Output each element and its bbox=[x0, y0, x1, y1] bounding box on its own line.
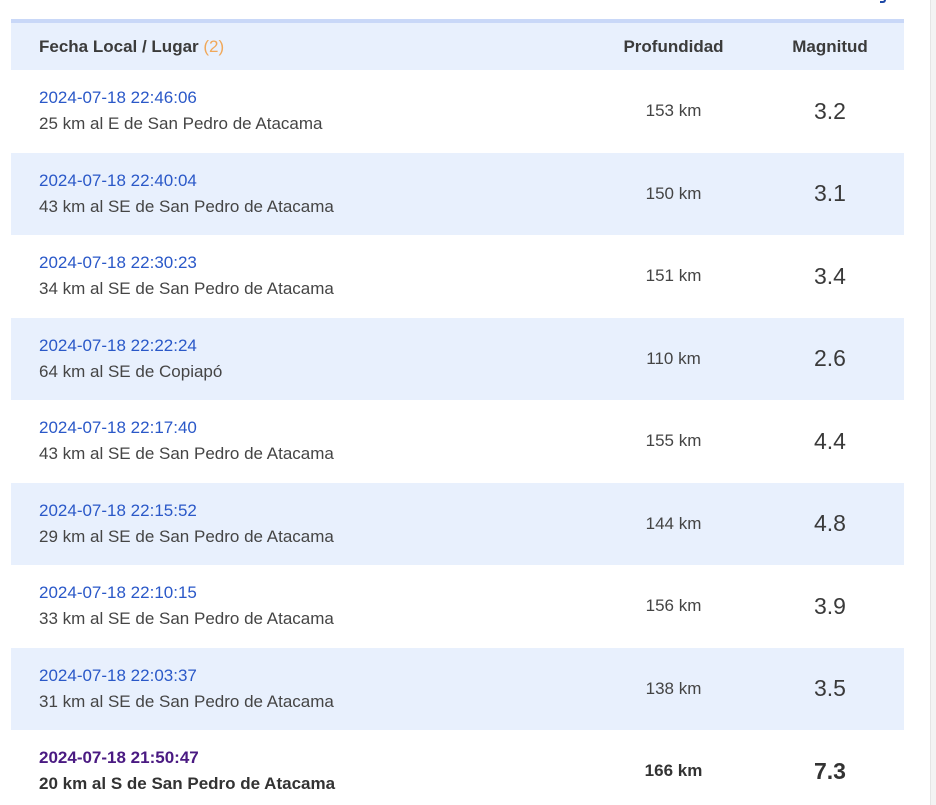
row-magnitude: 2.6 bbox=[814, 345, 846, 372]
row-depth: 150 km bbox=[645, 183, 702, 203]
chevron-fragment-icon[interactable] bbox=[880, 0, 886, 3]
table-row[interactable]: 2024-07-18 22:22:24 64 km al SE de Copiap… bbox=[11, 317, 904, 400]
header-fecha-label: Fecha Local / Lugar bbox=[39, 36, 199, 56]
row-depth: 138 km bbox=[645, 678, 702, 698]
row-datetime-link[interactable]: 2024-07-18 22:40:04 bbox=[39, 168, 591, 194]
table-row[interactable]: 2024-07-18 22:10:15 33 km al SE de San Pe… bbox=[11, 565, 904, 648]
row-place: 43 km al SE de San Pedro de Atacama bbox=[39, 196, 334, 216]
row-depth: 144 km bbox=[645, 513, 702, 533]
row-datetime-link[interactable]: 2024-07-18 22:46:06 bbox=[39, 85, 591, 111]
row-place: 25 km al E de San Pedro de Atacama bbox=[39, 114, 323, 134]
row-place: 20 km al S de San Pedro de Atacama bbox=[39, 774, 336, 794]
row-fecha-lugar: 2024-07-18 22:30:23 34 km al SE de San Pe… bbox=[11, 250, 591, 302]
row-depth: 153 km bbox=[645, 101, 702, 121]
row-place: 64 km al SE de Copiapó bbox=[39, 361, 223, 381]
earthquake-table: Fecha Local / Lugar (2) Profundidad Magn… bbox=[11, 19, 904, 805]
row-magnitude: 3.2 bbox=[814, 97, 846, 124]
row-place: 29 km al SE de San Pedro de Atacama bbox=[39, 526, 334, 546]
header-count: (2) bbox=[203, 36, 225, 56]
header-magnitud[interactable]: Magnitud bbox=[756, 37, 904, 57]
row-datetime-link[interactable]: 2024-07-18 22:15:52 bbox=[39, 498, 591, 524]
row-fecha-lugar: 2024-07-18 21:50:47 20 km al S de San Ped… bbox=[11, 745, 591, 797]
row-datetime-link[interactable]: 2024-07-18 22:30:23 bbox=[39, 250, 591, 276]
header-profundidad[interactable]: Profundidad bbox=[591, 37, 756, 57]
table-row[interactable]: 2024-07-18 22:40:04 43 km al SE de San Pe… bbox=[11, 152, 904, 235]
row-place: 33 km al SE de San Pedro de Atacama bbox=[39, 609, 334, 629]
row-datetime-link[interactable]: 2024-07-18 22:10:15 bbox=[39, 580, 591, 606]
row-fecha-lugar: 2024-07-18 22:17:40 43 km al SE de San Pe… bbox=[11, 415, 591, 467]
row-fecha-lugar: 2024-07-18 22:22:24 64 km al SE de Copiap… bbox=[11, 333, 591, 385]
row-depth: 156 km bbox=[645, 596, 702, 616]
table-body: 2024-07-18 22:46:06 25 km al E de San Ped… bbox=[11, 70, 904, 805]
row-datetime-link[interactable]: 2024-07-18 22:03:37 bbox=[39, 663, 591, 689]
table-row[interactable]: 2024-07-18 22:17:40 43 km al SE de San Pe… bbox=[11, 400, 904, 483]
row-fecha-lugar: 2024-07-18 22:15:52 29 km al SE de San Pe… bbox=[11, 498, 591, 550]
row-datetime-link[interactable]: 2024-07-18 22:17:40 bbox=[39, 415, 591, 441]
row-fecha-lugar: 2024-07-18 22:03:37 31 km al SE de San Pe… bbox=[11, 663, 591, 715]
table-row[interactable]: 2024-07-18 22:15:52 29 km al SE de San Pe… bbox=[11, 482, 904, 565]
row-place: 31 km al SE de San Pedro de Atacama bbox=[39, 691, 334, 711]
row-fecha-lugar: 2024-07-18 22:10:15 33 km al SE de San Pe… bbox=[11, 580, 591, 632]
row-depth: 110 km bbox=[646, 348, 701, 368]
row-magnitude: 3.4 bbox=[814, 262, 846, 289]
row-depth: 166 km bbox=[644, 761, 703, 781]
row-datetime-link[interactable]: 2024-07-18 21:50:47 bbox=[39, 745, 591, 771]
row-magnitude: 4.4 bbox=[814, 427, 846, 454]
table-row[interactable]: 2024-07-18 22:46:06 25 km al E de San Ped… bbox=[11, 70, 904, 153]
row-depth: 155 km bbox=[645, 431, 702, 451]
page: Fecha Local / Lugar (2) Profundidad Magn… bbox=[0, 0, 936, 805]
row-place: 34 km al SE de San Pedro de Atacama bbox=[39, 279, 334, 299]
table-row[interactable]: 2024-07-18 22:03:37 31 km al SE de San Pe… bbox=[11, 647, 904, 730]
row-magnitude: 4.8 bbox=[814, 510, 846, 537]
header-fecha-lugar[interactable]: Fecha Local / Lugar (2) bbox=[11, 37, 591, 57]
row-magnitude: 3.9 bbox=[814, 592, 846, 619]
row-fecha-lugar: 2024-07-18 22:40:04 43 km al SE de San Pe… bbox=[11, 168, 591, 220]
table-header: Fecha Local / Lugar (2) Profundidad Magn… bbox=[11, 23, 904, 70]
row-magnitude: 7.3 bbox=[814, 757, 846, 784]
row-fecha-lugar: 2024-07-18 22:46:06 25 km al E de San Ped… bbox=[11, 85, 591, 137]
row-datetime-link[interactable]: 2024-07-18 22:22:24 bbox=[39, 333, 591, 359]
table-row[interactable]: 2024-07-18 21:50:47 20 km al S de San Ped… bbox=[11, 730, 904, 805]
row-magnitude: 3.1 bbox=[814, 180, 846, 207]
row-place: 43 km al SE de San Pedro de Atacama bbox=[39, 444, 334, 464]
scrollbar-track[interactable] bbox=[930, 0, 936, 805]
row-magnitude: 3.5 bbox=[814, 675, 846, 702]
table-row[interactable]: 2024-07-18 22:30:23 34 km al SE de San Pe… bbox=[11, 235, 904, 318]
row-depth: 151 km bbox=[645, 266, 702, 286]
